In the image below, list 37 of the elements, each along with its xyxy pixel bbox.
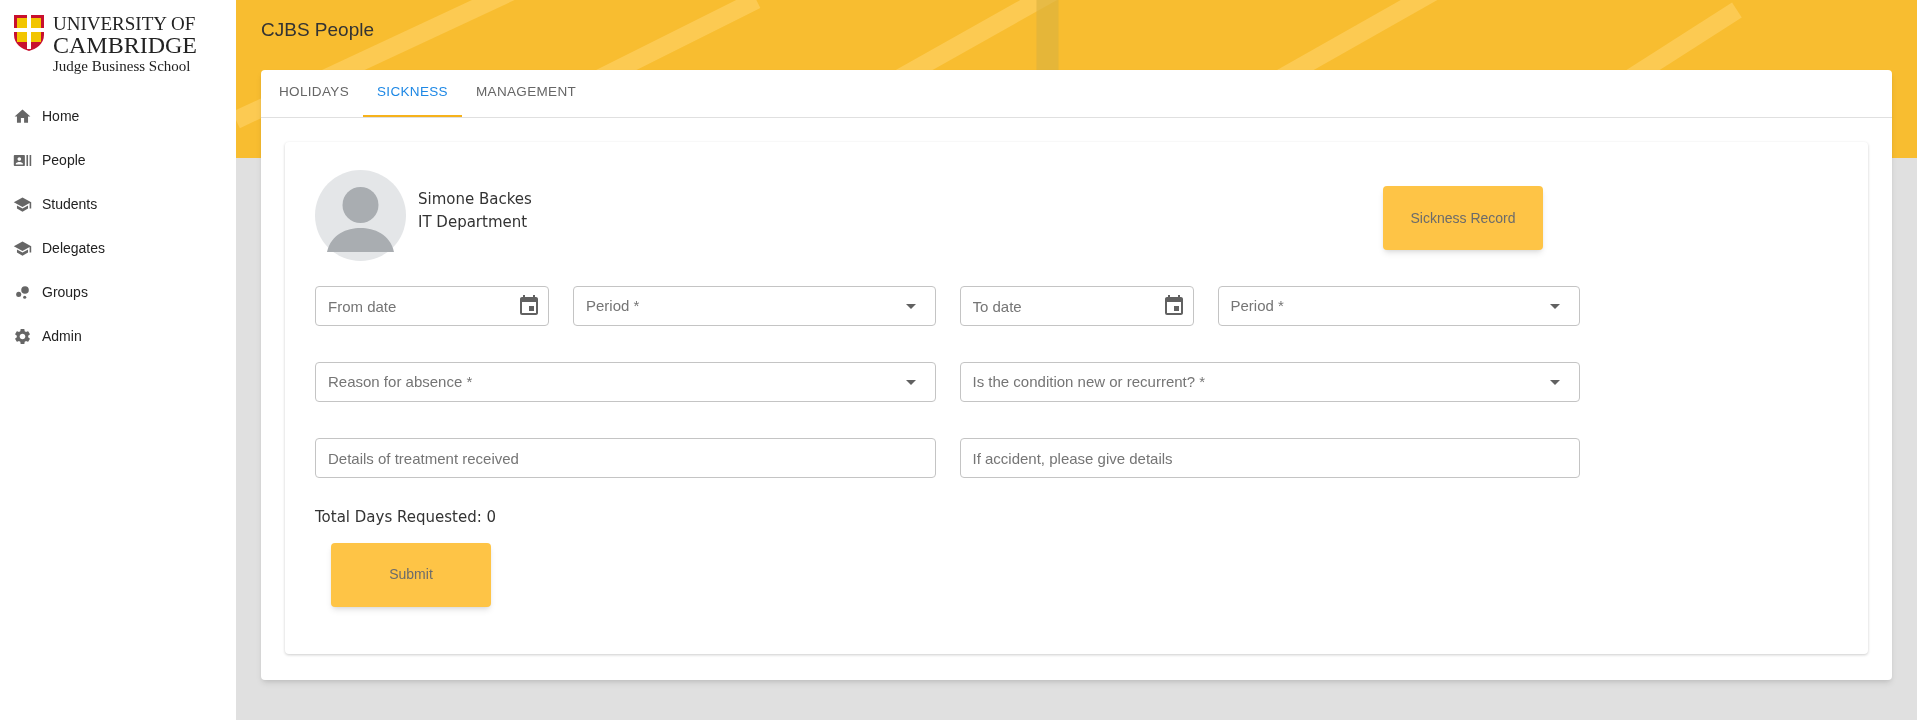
tab[interactable]: MANAGEMENT [461,70,591,117]
logo-text: Judge Business School [53,59,192,74]
logo-text: CAMBRIDGE [53,33,197,57]
nav-item[interactable]: Groups [0,270,236,314]
logo-text: UNIVERSITY OF [53,14,197,33]
nav-item[interactable]: Students [0,182,236,226]
date-field[interactable]: To date [959,286,1194,326]
dropdown-field[interactable]: Reason for absence * [315,362,936,402]
crest-icon [13,14,45,52]
input-field[interactable]: If accident, please give details [959,438,1580,478]
submit-button[interactable]: Submit [331,542,491,607]
caret-icon [1550,303,1560,309]
caret-icon [1550,379,1560,385]
sickness-record-button[interactable]: Sickness Record [1383,186,1543,250]
tab[interactable]: HOLIDAYS [265,70,363,117]
calendar-icon [517,294,541,318]
avatar-icon [315,170,406,261]
graduation-cap-icon [13,238,32,258]
page-title: CJBS People [261,17,375,42]
home-icon [13,106,32,126]
graduation-cap-icon [13,194,32,214]
dropdown-field[interactable]: Is the condition new or recurrent? * [959,362,1580,402]
caret-icon [905,303,916,309]
total-days-text: Total Days Requested: 0 [315,507,498,528]
nav-item[interactable]: People [0,138,236,182]
settings-icon [13,326,32,346]
department-name: IT Department [418,211,529,233]
person-name: Simone Backes [418,188,532,210]
input-field[interactable]: Details of treatment received [315,438,936,478]
nav-item[interactable]: Admin [0,314,236,358]
tab[interactable]: SICKNESS [363,70,462,117]
date-field[interactable]: From date [315,286,549,326]
nav-item[interactable]: Home [0,94,236,138]
dropdown-field[interactable]: Period * [1217,286,1580,326]
nav-item[interactable]: Delegates [0,226,236,270]
dropdown-field[interactable]: Period * [573,286,936,326]
caret-icon [905,379,916,385]
